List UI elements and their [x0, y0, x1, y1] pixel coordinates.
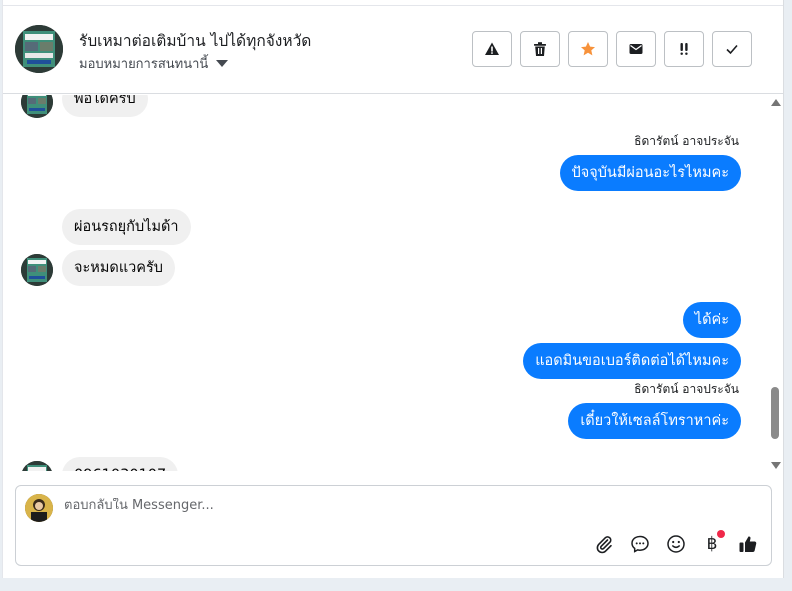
message-bubble-incoming[interactable]: จะหมดแวครับ: [62, 250, 175, 286]
exclamation-double-icon: [680, 43, 688, 55]
message-bubble-outgoing[interactable]: เดี๋ยวให้เซลล์โทราหาค่ะ: [568, 403, 741, 439]
thumbs-up-icon: [739, 536, 757, 552]
envelope-icon: [629, 44, 643, 54]
message-bubble-outgoing[interactable]: ปัจจุบันมีผ่อนอะไรไหมคะ: [559, 155, 741, 191]
message-bubble-incoming[interactable]: ผ่อนรถยุกับไมด้า: [62, 209, 191, 245]
page-avatar[interactable]: [15, 25, 63, 73]
reply-composer: ฿: [15, 485, 772, 566]
mark-unread-button[interactable]: [616, 31, 656, 67]
message-bubble-outgoing[interactable]: ได้ค่ะ: [682, 302, 741, 338]
emoji-button[interactable]: [665, 533, 687, 555]
sender-avatar: [21, 254, 53, 286]
conversation-title: รับเหมาต่อเติมบ้าน ไปได้ทุกจังหวัด: [79, 32, 312, 50]
sender-name: ธิดารัตน์ อาจประจัน: [634, 382, 739, 396]
trash-icon: [534, 42, 546, 56]
reply-input[interactable]: [64, 498, 664, 513]
attach-button[interactable]: [593, 533, 615, 555]
sender-name: ธิดารัตน์ อาจประจัน: [634, 134, 739, 148]
scroll-down-arrow-icon[interactable]: [771, 462, 781, 469]
like-button[interactable]: [737, 533, 759, 555]
notification-dot: [717, 530, 725, 538]
my-avatar: [25, 494, 53, 522]
sender-avatar: [21, 95, 53, 118]
composer-tools: ฿: [593, 530, 759, 555]
payment-button[interactable]: ฿: [701, 530, 725, 555]
message-bubble-outgoing[interactable]: แอดมินขอเบอร์ติดต่อได้ไหมคะ: [523, 343, 741, 379]
follow-up-button[interactable]: [664, 31, 704, 67]
scroll-up-arrow-icon[interactable]: [771, 99, 781, 106]
message-list[interactable]: พอได้ครับ ธิดารัตน์ อาจประจัน ปัจจุบันมี…: [3, 95, 771, 471]
message-bubble-incoming[interactable]: พอได้ครับ: [62, 95, 148, 117]
smiley-icon: [667, 535, 685, 553]
assign-conversation-dropdown[interactable]: มอบหมายการสนทนานี้: [79, 53, 229, 74]
report-spam-button[interactable]: [472, 31, 512, 67]
paperclip-icon: [596, 536, 612, 554]
mark-done-button[interactable]: [712, 31, 752, 67]
message-bubble-incoming[interactable]: 0961030107: [62, 457, 179, 471]
saved-replies-button[interactable]: [629, 533, 651, 555]
speech-bubble-icon: [631, 535, 649, 553]
star-icon: [581, 42, 595, 56]
delete-button[interactable]: [520, 31, 560, 67]
caret-down-icon: [216, 60, 229, 67]
baht-icon: ฿: [706, 534, 718, 554]
conversation-header: รับเหมาต่อเติมบ้าน ไปได้ทุกจังหวัด มอบหม…: [3, 6, 783, 94]
assign-label: มอบหมายการสนทนานี้: [79, 57, 209, 72]
warning-triangle-icon: [485, 42, 499, 55]
scroll-thumb[interactable]: [771, 387, 779, 439]
sender-avatar: [21, 461, 53, 471]
check-icon: [726, 44, 738, 55]
message-scrollbar[interactable]: [767, 95, 783, 471]
star-button[interactable]: [568, 31, 608, 67]
conversation-panel: รับเหมาต่อเติมบ้าน ไปได้ทุกจังหวัด มอบหม…: [2, 0, 784, 578]
header-actions: [472, 31, 752, 67]
